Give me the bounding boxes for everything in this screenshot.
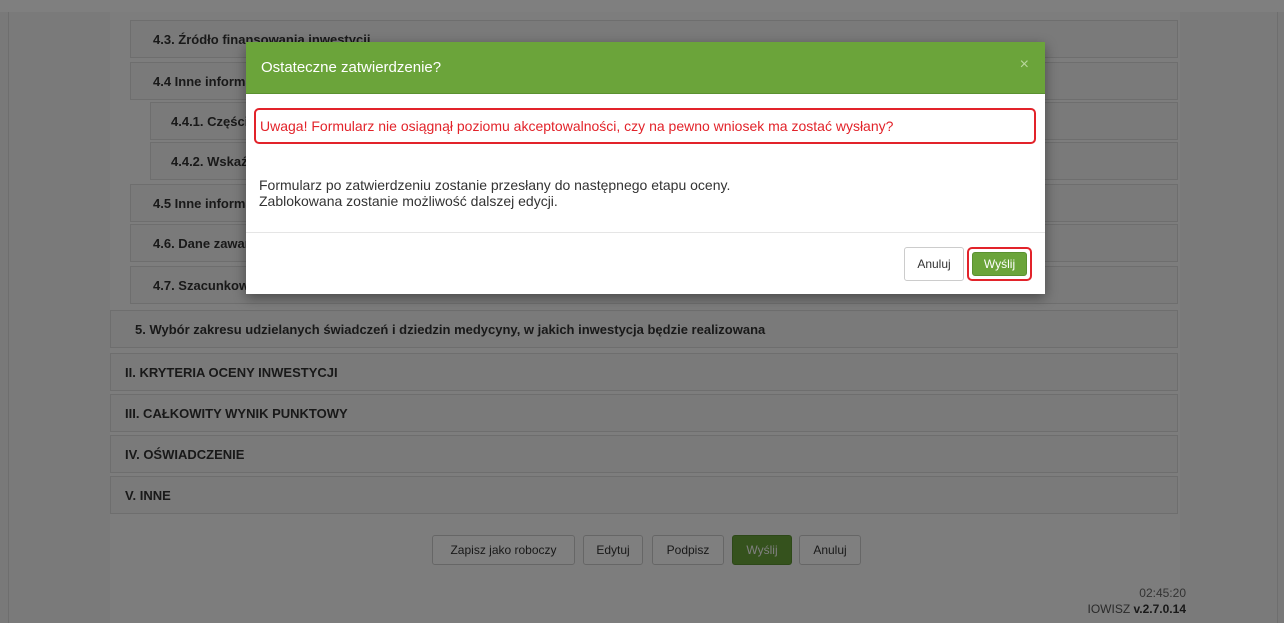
dialog-cancel-button[interactable]: Anuluj bbox=[904, 247, 964, 281]
dialog-header: Ostateczne zatwierdzenie? × bbox=[246, 42, 1045, 94]
dialog-title: Ostateczne zatwierdzenie? bbox=[261, 59, 442, 76]
body-line-1: Formularz po zatwierdzeniu zostanie prze… bbox=[259, 177, 731, 193]
warning-text: Uwaga! Formularz nie osiągnął poziomu ak… bbox=[260, 118, 894, 134]
dialog-body: Formularz po zatwierdzeniu zostanie prze… bbox=[259, 177, 730, 209]
dialog-divider bbox=[246, 232, 1045, 233]
dialog-send-button[interactable]: Wyślij bbox=[972, 252, 1027, 276]
body-line-2: Zablokowana zostanie możliwość dalszej e… bbox=[259, 193, 558, 209]
confirm-dialog: Ostateczne zatwierdzenie? × Uwaga! Formu… bbox=[246, 42, 1045, 294]
close-icon[interactable]: × bbox=[1020, 56, 1029, 74]
send-highlight: Wyślij bbox=[967, 247, 1032, 281]
warning-alert: Uwaga! Formularz nie osiągnął poziomu ak… bbox=[254, 108, 1036, 144]
